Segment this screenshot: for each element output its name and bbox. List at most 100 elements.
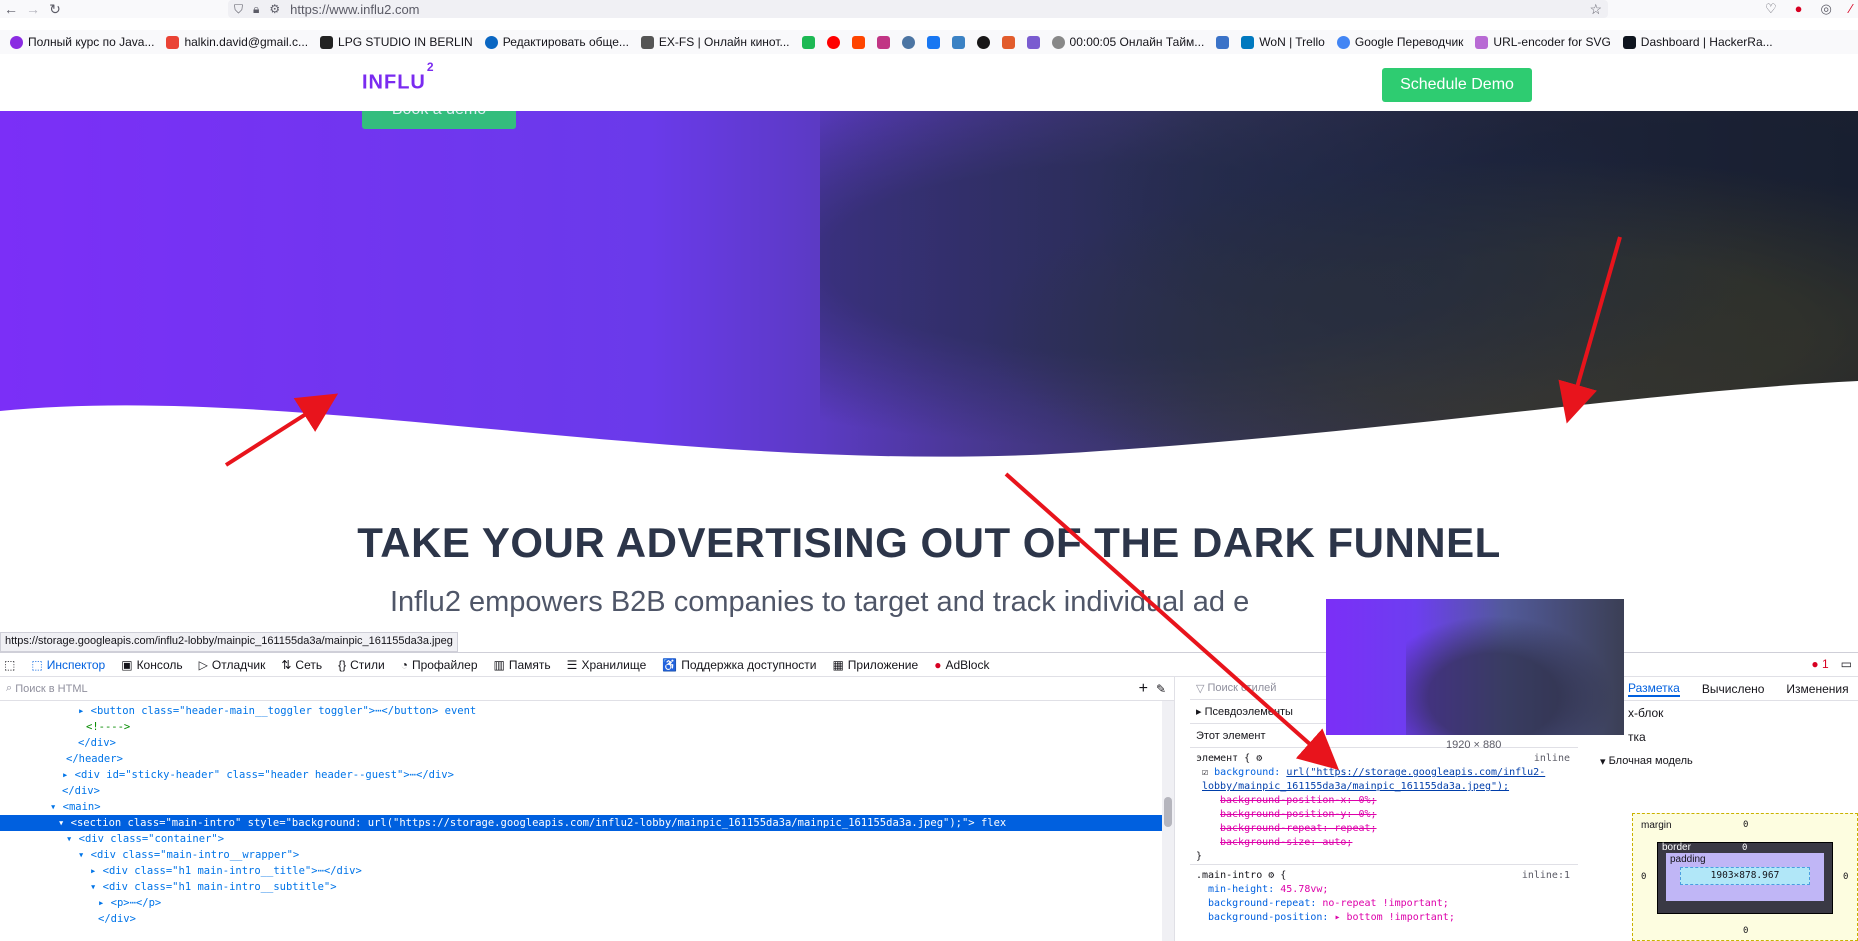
bookmark-item[interactable]	[876, 35, 890, 49]
permissions-icon[interactable]: ⚙	[269, 2, 280, 16]
bookmark-item[interactable]: LPG STUDIO IN BERLIN	[320, 35, 473, 49]
dom-tree-node[interactable]: </div>	[0, 735, 1174, 751]
bookmark-item[interactable]	[1026, 35, 1040, 49]
dom-tree-node[interactable]: ▸ <div id="sticky-header" class="header …	[0, 767, 1174, 783]
layout-tab[interactable]: Вычислено	[1702, 682, 1765, 696]
dom-tree-node[interactable]: ▾ <div class="container">	[0, 831, 1174, 847]
css-declaration[interactable]: background-repeat: no-repeat !important;	[1208, 897, 1578, 911]
forward-icon[interactable]: →	[22, 0, 44, 18]
overflow-icon[interactable]: ∕	[1850, 0, 1852, 18]
grid-label: тка	[1628, 730, 1646, 744]
dom-tree-node[interactable]: </header>	[0, 751, 1174, 767]
border-top[interactable]: 0	[1742, 843, 1747, 853]
bookmark-item[interactable]: Полный курс по Java...	[10, 35, 154, 49]
margin-bottom[interactable]: 0	[1743, 926, 1748, 936]
dom-tree-node[interactable]: ▸ <p>⋯</p>	[0, 895, 1174, 911]
dom-tree-node[interactable]: <!---->	[0, 719, 1174, 735]
bookmark-item[interactable]	[801, 35, 815, 49]
bookmark-favicon-icon	[1001, 35, 1015, 49]
html-search-input[interactable]: Поиск в HTML	[15, 683, 87, 695]
layout-tab[interactable]: Изменения	[1786, 682, 1848, 696]
background-subprop[interactable]: background-position-y: 0%;	[1220, 808, 1578, 822]
bookmark-item[interactable]	[901, 35, 915, 49]
dom-tree-node[interactable]: ▸ <button class="header-main__toggler to…	[0, 703, 1174, 719]
box-model-header[interactable]: ▾ Блочная модель	[1590, 749, 1858, 773]
devtools-tab[interactable]: ☰ Хранилище	[567, 658, 647, 672]
dom-tree-node[interactable]: </div>	[0, 783, 1174, 799]
css-declaration[interactable]: min-height: 45.78vw;	[1208, 883, 1578, 897]
devtools-tab[interactable]: {} Стили	[338, 658, 385, 672]
dock-icon[interactable]: ▭	[1841, 657, 1852, 671]
dom-tree-node[interactable]: ▾ <section class="main-intro" style="bac…	[0, 815, 1174, 831]
bookmark-item[interactable]	[851, 35, 865, 49]
dom-tree-node[interactable]: ▾ <div class="main-intro__wrapper">	[0, 847, 1174, 863]
css-declaration[interactable]: background-position: ▸ bottom !important…	[1208, 911, 1578, 925]
tree-scrollbar[interactable]	[1162, 701, 1174, 941]
bookmark-item[interactable]	[976, 35, 990, 49]
bookmark-item[interactable]: WoN | Trello	[1241, 35, 1325, 49]
influ2-logo[interactable]: INFLU2	[362, 60, 435, 95]
background-subprop[interactable]: background-repeat: repeat;	[1220, 822, 1578, 836]
devtools-tab[interactable]: ▦ Приложение	[832, 658, 918, 672]
rule-source[interactable]: inline	[1534, 752, 1578, 766]
margin-left[interactable]: 0	[1641, 872, 1646, 882]
bookmark-item[interactable]	[1001, 35, 1015, 49]
styles-search-input[interactable]: Поиск стилей	[1208, 682, 1277, 694]
bookmark-item[interactable]: Google Переводчик	[1336, 35, 1463, 49]
scrollbar-thumb[interactable]	[1164, 797, 1172, 827]
eyedropper-icon[interactable]: ✎	[1156, 682, 1166, 696]
bookmark-item[interactable]	[951, 35, 965, 49]
rule-source[interactable]: inline:1	[1522, 869, 1578, 883]
bookmark-item[interactable]: halkin.david@gmail.c...	[166, 35, 308, 49]
dom-tree-node[interactable]: </div>	[0, 911, 1174, 927]
dom-tree-node[interactable]: ▾ <div class="h1 main-intro__subtitle">	[0, 879, 1174, 895]
margin-right[interactable]: 0	[1843, 872, 1848, 882]
bookmark-star-icon[interactable]: ☆	[1589, 1, 1602, 18]
back-icon[interactable]: ←	[0, 0, 22, 18]
reload-icon[interactable]: ↻	[44, 0, 66, 18]
element-picker-icon[interactable]: ⬚	[4, 658, 15, 672]
devtools-tab[interactable]: ⇅ Сеть	[281, 658, 322, 672]
background-subprop[interactable]: background-position-x: 0%;	[1220, 794, 1578, 808]
devtools-tab[interactable]: ⬚ Инспектор	[31, 658, 105, 672]
devtools-tab[interactable]: ◔ Профайлер	[401, 658, 478, 672]
url-text[interactable]: https://www.influ2.com	[290, 2, 419, 17]
bookmark-item[interactable]: EX-FS | Онлайн кинот...	[640, 35, 790, 49]
background-prop[interactable]: background:	[1214, 767, 1280, 778]
shield-icon[interactable]: ⛉	[234, 2, 243, 17]
devtools-tab[interactable]: ▣ Консоль	[121, 658, 182, 672]
devtools-tab[interactable]: ● AdBlock	[934, 658, 989, 672]
bookmark-item[interactable]: Dashboard | HackerRa...	[1622, 35, 1773, 49]
bookmark-item[interactable]: Редактировать обще...	[484, 35, 629, 49]
extension-icon[interactable]: ●	[1795, 0, 1803, 18]
html-search[interactable]: ⌕ Поиск в HTML + ✎	[0, 677, 1174, 701]
devtools-tab[interactable]: ▥ Память	[494, 658, 551, 672]
book-demo-button[interactable]: Book a demo	[362, 111, 516, 129]
bookmark-item[interactable]	[926, 35, 940, 49]
add-node-icon[interactable]: +	[1139, 680, 1148, 698]
bookmark-item[interactable]: URL-encoder for SVG	[1475, 35, 1611, 49]
layout-tab[interactable]: Разметка	[1628, 681, 1680, 697]
error-count-badge[interactable]: ● 1	[1811, 657, 1828, 671]
main-intro-rule: .main-intro ⚙ {inline:1 min-height: 45.7…	[1190, 864, 1578, 925]
address-bar[interactable]: ⛉ 🔒︎ ⚙ https://www.influ2.com ☆	[228, 0, 1608, 18]
margin-top[interactable]: 0	[1743, 820, 1748, 830]
background-subprop[interactable]: background-size: auto;	[1220, 836, 1578, 850]
rule-gear-icon[interactable]: ⚙	[1256, 753, 1262, 764]
rule-checkbox[interactable]: ☑	[1202, 767, 1208, 778]
globe-icon[interactable]: ◎	[1820, 0, 1831, 18]
grid-row[interactable]: тка	[1590, 725, 1858, 749]
dom-tree-node[interactable]: ▾ <main>	[0, 799, 1174, 815]
bookmark-item[interactable]	[1216, 35, 1230, 49]
devtools-tab[interactable]: ♿ Поддержка доступности	[662, 658, 816, 672]
dom-tree-node[interactable]: ▸ <div class="h1 main-intro__title">⋯</d…	[0, 863, 1174, 879]
bookmark-item[interactable]: 00:00:05 Онлайн Тайм...	[1051, 35, 1204, 49]
content-size[interactable]: 1903×878.967	[1680, 867, 1810, 885]
lock-icon[interactable]: 🔒︎	[253, 2, 259, 17]
schedule-demo-button[interactable]: Schedule Demo	[1382, 68, 1532, 102]
bookmark-item[interactable]	[826, 35, 840, 49]
devtools-tab[interactable]: ▷ Отладчик	[199, 658, 266, 672]
flex-row[interactable]: x-блок	[1590, 701, 1858, 725]
box-model: margin 0 0 0 0 border 0 padding 1903×878…	[1632, 813, 1858, 941]
pocket-icon[interactable]: ♡	[1765, 0, 1777, 18]
